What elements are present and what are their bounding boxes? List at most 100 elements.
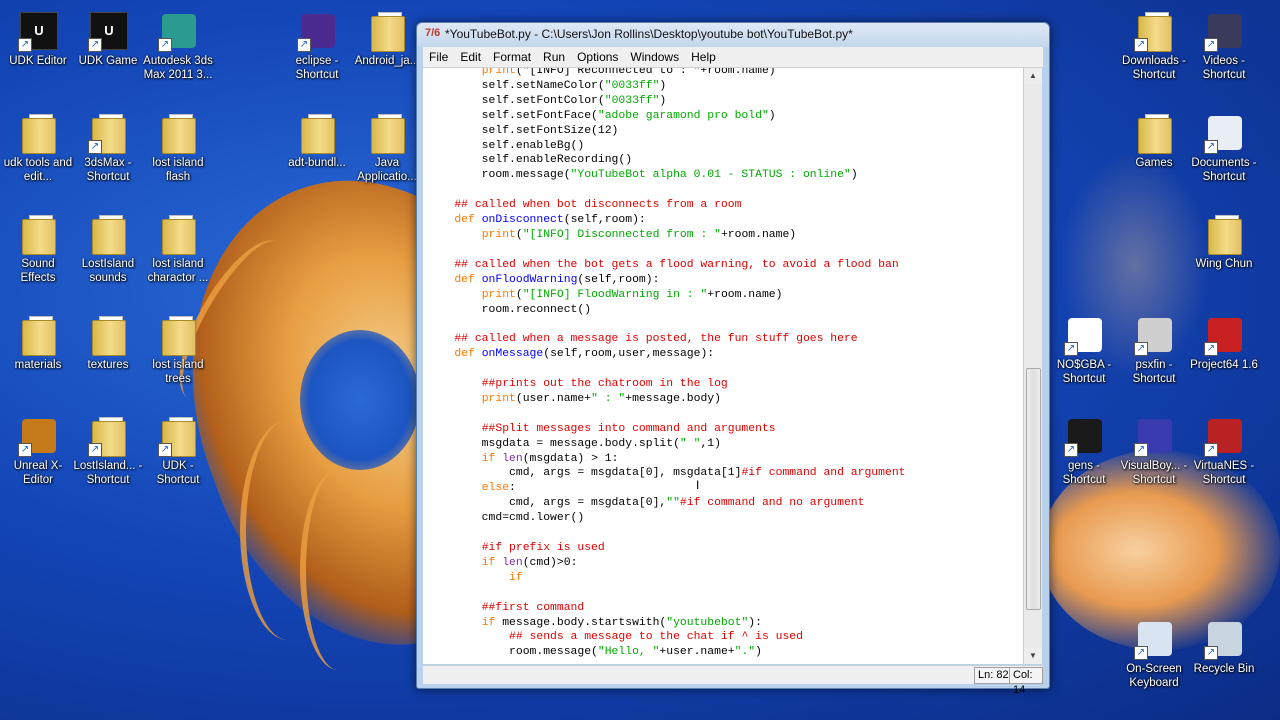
desktop-icon[interactable]: ↗ VirtuaNES - Shortcut — [1189, 415, 1259, 487]
scroll-up-arrow-icon[interactable]: ▲ — [1024, 68, 1042, 84]
desktop-icon[interactable]: adt-bundl... — [282, 112, 352, 170]
code-line[interactable]: self.setFontFace("adobe garamond pro bol… — [427, 109, 906, 124]
desktop-icon[interactable]: ↗ On-Screen Keyboard — [1119, 618, 1189, 690]
code-line[interactable] — [427, 243, 906, 258]
desktop-icon[interactable]: ↗ Downloads - Shortcut — [1119, 10, 1189, 82]
code-line[interactable]: self.enableBg() — [427, 139, 906, 154]
code-line[interactable]: ## called when bot disconnects from a ro… — [427, 198, 906, 213]
code-text[interactable]: print("[INFO] Reconnected to : "+room.na… — [423, 68, 906, 660]
code-line[interactable]: self.setFontColor("0033ff") — [427, 94, 906, 109]
desktop-icon[interactable]: ↗ UDK - Shortcut — [143, 415, 213, 487]
code-line[interactable]: def onDisconnect(self,room): — [427, 213, 906, 228]
code-line[interactable]: else: — [427, 481, 906, 496]
desktop-icon[interactable]: ↗ Videos - Shortcut — [1189, 10, 1259, 82]
scroll-thumb[interactable] — [1026, 368, 1041, 610]
folder-icon: ↗ — [1134, 10, 1174, 52]
desktop-icon[interactable]: ↗ psxfin - Shortcut — [1119, 314, 1189, 386]
desktop-icon[interactable]: ↗ Project64 1.6 — [1189, 314, 1259, 372]
desktop-icon[interactable]: lost island flash — [143, 112, 213, 184]
code-line[interactable] — [427, 526, 906, 541]
code-line[interactable] — [427, 586, 906, 601]
code-line[interactable]: if len(msgdata) > 1: — [427, 452, 906, 467]
code-line[interactable]: ## called when a message is posted, the … — [427, 332, 906, 347]
desktop-icon[interactable]: ↗ Autodesk 3ds Max 2011 3... — [143, 10, 213, 82]
code-token: #if command and argument — [741, 467, 906, 480]
code-line[interactable]: room.message("YouTubeBot alpha 0.01 - ST… — [427, 168, 906, 183]
desktop-icon[interactable]: ↗ NO$GBA - Shortcut — [1049, 314, 1119, 386]
desktop-icon[interactable]: udk tools and edit... — [3, 112, 73, 184]
desktop-icon[interactable]: Wing Chun — [1189, 213, 1259, 271]
code-line[interactable]: def onFloodWarning(self,room): — [427, 273, 906, 288]
desktop-icon[interactable]: materials — [3, 314, 73, 372]
code-line[interactable]: self.setNameColor("0033ff") — [427, 79, 906, 94]
idle-editor-window[interactable]: 7/6 *YouTubeBot.py - C:\Users\Jon Rollin… — [416, 22, 1050, 696]
desktop-icon[interactable]: U ↗ UDK Game — [73, 10, 143, 68]
desktop-icon[interactable]: lost island charactor ... — [143, 213, 213, 285]
vertical-scrollbar[interactable]: ▲ ▼ — [1023, 68, 1042, 664]
code-line[interactable]: if — [427, 571, 906, 586]
desktop-icon[interactable]: Sound Effects — [3, 213, 73, 285]
code-token: +message.body) — [625, 392, 721, 405]
code-line[interactable] — [427, 183, 906, 198]
scroll-down-arrow-icon[interactable]: ▼ — [1024, 648, 1042, 664]
code-line[interactable] — [427, 407, 906, 422]
code-line[interactable]: def onMessage(self,room,user,message): — [427, 347, 906, 362]
code-line[interactable]: print(user.name+" : "+message.body) — [427, 392, 906, 407]
desktop-icon[interactable]: ↗ gens - Shortcut — [1049, 415, 1119, 487]
menu-file[interactable]: File — [423, 47, 454, 64]
code-token: #if command and no argument — [679, 497, 865, 510]
desktop-icon[interactable]: ↗ Unreal X-Editor — [3, 415, 73, 487]
code-editor[interactable]: print("[INFO] Reconnected to : "+room.na… — [423, 68, 1023, 664]
code-token: ) — [768, 109, 776, 122]
code-line[interactable]: #if prefix is used — [427, 541, 906, 556]
desktop-icon[interactable]: ↗ eclipse - Shortcut — [282, 10, 352, 82]
code-line[interactable]: room.reconnect() — [427, 303, 906, 318]
code-line[interactable]: cmd, args = msgdata[0],""#if command and… — [427, 496, 906, 511]
code-line[interactable] — [427, 317, 906, 332]
menu-windows[interactable]: Windows — [624, 47, 685, 64]
desktop-icon[interactable]: textures — [73, 314, 143, 372]
code-line[interactable]: self.setFontSize(12) — [427, 124, 906, 139]
menu-options[interactable]: Options — [571, 47, 624, 64]
desktop-icon-label: LostIsland... - Shortcut — [73, 460, 143, 486]
code-line[interactable]: if message.body.startswith("youtubebot")… — [427, 616, 906, 631]
code-token: self.setNameColor( — [427, 79, 605, 92]
code-line[interactable]: cmd=cmd.lower() — [427, 511, 906, 526]
code-line[interactable]: cmd, args = msgdata[0], msgdata[1]#if co… — [427, 466, 906, 481]
code-line[interactable]: print("[INFO] Reconnected to : "+room.na… — [427, 68, 906, 79]
desktop-icon[interactable]: ↗ Documents - Shortcut — [1189, 112, 1259, 184]
desktop-icon[interactable]: ↗ VisualBoy... - Shortcut — [1119, 415, 1189, 487]
code-line[interactable]: print("[INFO] Disconnected from : "+room… — [427, 228, 906, 243]
code-line[interactable] — [427, 362, 906, 377]
code-line[interactable]: ## called when the bot gets a flood warn… — [427, 258, 906, 273]
desktop-icon[interactable]: Games — [1119, 112, 1189, 170]
code-token: "" — [666, 497, 680, 510]
menu-format[interactable]: Format — [487, 47, 537, 64]
code-line[interactable]: if len(cmd)>0: — [427, 556, 906, 571]
title-bar[interactable]: 7/6 *YouTubeBot.py - C:\Users\Jon Rollin… — [417, 23, 1049, 47]
code-token: ( — [515, 288, 523, 301]
code-line[interactable]: self.enableRecording() — [427, 153, 906, 168]
desktop-icon[interactable]: lost island trees — [143, 314, 213, 386]
desktop-icon[interactable]: ↗ LostIsland... - Shortcut — [73, 415, 143, 487]
code-line[interactable]: msgdata = message.body.split(" ",1) — [427, 437, 906, 452]
desktop-icon-label: Documents - Shortcut — [1191, 157, 1257, 183]
desktop-icon-label: psxfin - Shortcut — [1132, 359, 1176, 385]
desktop-icon[interactable]: Java Applicatio... — [352, 112, 422, 184]
menu-help[interactable]: Help — [685, 47, 722, 64]
desktop-icon[interactable]: U ↗ UDK Editor — [3, 10, 73, 68]
code-line[interactable]: print("[INFO] FloodWarning in : "+room.n… — [427, 288, 906, 303]
code-line[interactable]: ##first command — [427, 601, 906, 616]
code-line[interactable]: ## sends a message to the chat if ^ is u… — [427, 630, 906, 645]
code-line[interactable]: ##prints out the chatroom in the log — [427, 377, 906, 392]
code-line[interactable]: ##Split messages into command and argume… — [427, 422, 906, 437]
menu-edit[interactable]: Edit — [454, 47, 487, 64]
desktop-icon[interactable]: Android_ja... — [352, 10, 422, 68]
code-token: ) — [659, 94, 667, 107]
desktop-icon[interactable]: ↗ Recycle Bin — [1189, 618, 1259, 676]
menu-run[interactable]: Run — [537, 47, 571, 64]
desktop-icon[interactable]: LostIsland sounds — [73, 213, 143, 285]
desktop-icon[interactable]: ↗ 3dsMax - Shortcut — [73, 112, 143, 184]
code-line[interactable]: room.message("Hello, "+user.name+".") — [427, 645, 906, 660]
